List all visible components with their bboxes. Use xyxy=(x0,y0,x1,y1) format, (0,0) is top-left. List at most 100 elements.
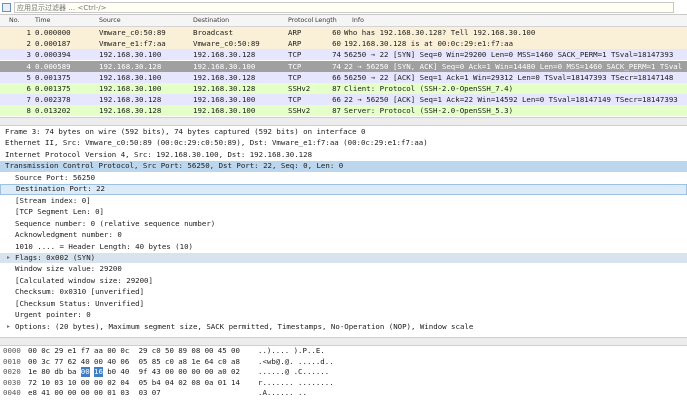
hex-byte[interactable]: 40 xyxy=(107,357,116,367)
hex-byte[interactable]: a0 xyxy=(218,367,227,377)
hex-byte[interactable]: 0c xyxy=(120,346,129,356)
packet-bytes-pane[interactable]: 0000 00 0c 29 e1 f7 aa 00 0c 29 c0 50 89 08 00 45 00..).… xyxy=(0,346,687,414)
hex-byte[interactable]: 50 xyxy=(165,346,174,356)
hex-byte[interactable]: 77 xyxy=(54,357,63,367)
packet-row[interactable]: 4 0.000589 192.168.30.128 192.168.30.100 TCP… xyxy=(0,60,687,72)
hex-byte[interactable]: 3c xyxy=(41,357,50,367)
packet-row[interactable]: 6 0.001375 192.168.30.100 192.168.30.128 SSH… xyxy=(0,83,687,94)
hex-byte[interactable]: 00 xyxy=(165,367,174,377)
hex-byte[interactable]: 03 xyxy=(139,388,148,398)
hex-byte[interactable]: 04 xyxy=(120,378,129,388)
hex-byte[interactable]: 40 xyxy=(120,367,129,377)
hex-byte[interactable]: 00 xyxy=(28,346,37,356)
hex-byte[interactable]: 40 xyxy=(81,357,90,367)
hex-byte[interactable]: 01 xyxy=(218,378,227,388)
hex-byte[interactable]: f7 xyxy=(81,346,90,356)
hex-byte[interactable]: 00 xyxy=(54,388,63,398)
hex-byte[interactable]: 10 xyxy=(41,378,50,388)
hex-byte[interactable]: 64 xyxy=(205,357,214,367)
expand-arrow-icon[interactable]: ▸ xyxy=(7,322,10,332)
packet-row[interactable]: 5 0.001375 192.168.30.100 192.168.30.128 TCP… xyxy=(0,71,687,83)
column-header-no[interactable]: No. xyxy=(9,17,19,24)
detail-tree-item[interactable]: 1010 .... = Header Length: 40 bytes (10) xyxy=(0,242,687,252)
hex-byte[interactable]: 43 xyxy=(152,367,161,377)
detail-tree-item[interactable]: [Calculated window size: 29200] xyxy=(0,276,687,286)
hex-byte[interactable]: c0 xyxy=(152,346,161,356)
hex-byte[interactable]: 08 xyxy=(191,346,200,356)
hex-byte[interactable]: a8 xyxy=(178,357,187,367)
column-header-destination[interactable]: Destination xyxy=(193,17,229,24)
detail-tree-item[interactable]: Window size value: 29200 xyxy=(0,264,687,274)
packet-row[interactable]: 2 0.000187 Vmware_e1:f7:aa Vmware_c0:50:89 A… xyxy=(0,38,687,50)
column-header-source[interactable]: Source xyxy=(99,17,121,24)
hex-byte[interactable]: 05 xyxy=(139,378,148,388)
detail-tree-item[interactable]: [Stream index: 0] xyxy=(0,196,687,206)
hex-byte[interactable]: 04 xyxy=(165,378,174,388)
hex-byte[interactable]: 0c xyxy=(41,346,50,356)
hex-byte[interactable]: 29 xyxy=(139,346,148,356)
hex-byte[interactable]: aa xyxy=(94,346,103,356)
detail-tree-item[interactable]: ▸ Flags: 0x002 (SYN) xyxy=(0,252,687,264)
hex-byte[interactable]: 89 xyxy=(178,346,187,356)
packet-row[interactable]: 1 0.000000 Vmware_c0:50:89 Broadcast ARP 60 Wh… xyxy=(0,27,687,38)
hex-byte[interactable]: 00 xyxy=(205,346,214,356)
expand-arrow-icon[interactable]: ▸ xyxy=(7,253,10,263)
hex-byte[interactable]: ba xyxy=(68,367,77,377)
hex-byte[interactable]: 07 xyxy=(152,388,161,398)
hex-byte[interactable]: 29 xyxy=(54,346,63,356)
detail-tree-item[interactable]: Urgent pointer: 0 xyxy=(0,310,687,320)
hex-dump-row[interactable]: 0020 1e 80 db ba 00 16 b0 40 9f 43 00 00 00 00 a0 02....… xyxy=(0,367,687,378)
hex-byte[interactable]: 00 xyxy=(94,378,103,388)
detail-tree-item[interactable]: Source Port: 56250 xyxy=(0,173,687,183)
packet-row[interactable]: 7 0.002378 192.168.30.128 192.168.30.100 TCP… xyxy=(0,94,687,106)
hex-byte[interactable]: 00 xyxy=(191,367,200,377)
hex-byte[interactable]: 00 xyxy=(81,378,90,388)
hex-byte[interactable]: db xyxy=(54,367,63,377)
hex-dump-row[interactable]: 0030 72 10 03 10 00 00 02 04 05 b4 04 02 08 0a 01 14 r...… xyxy=(0,378,687,388)
pane-splitter[interactable] xyxy=(0,117,687,126)
column-header-info[interactable]: Info xyxy=(352,17,364,24)
bookmark-filter-icon[interactable] xyxy=(2,3,11,12)
hex-byte[interactable]: 08 xyxy=(191,378,200,388)
hex-byte[interactable]: 72 xyxy=(28,378,37,388)
hex-dump-row[interactable]: 0040 e8 41 00 00 00 00 01 03 03 07 .A...... .. xyxy=(0,388,687,398)
hex-byte[interactable]: e8 xyxy=(28,388,37,398)
detail-tree-item[interactable]: Destination Port: 22 xyxy=(0,184,687,195)
hex-byte[interactable]: 00 xyxy=(205,367,214,377)
column-header-length[interactable]: Length xyxy=(315,17,337,24)
display-filter-input[interactable] xyxy=(14,2,674,13)
detail-tree-item[interactable]: Internet Protocol Version 4, Src: 192.16… xyxy=(0,150,687,160)
hex-byte[interactable]: 02 xyxy=(178,378,187,388)
hex-byte[interactable]: b0 xyxy=(107,367,116,377)
hex-byte[interactable]: c0 xyxy=(218,357,227,367)
hex-byte[interactable]: 05 xyxy=(139,357,148,367)
detail-tree-item[interactable]: ▸ Options: (20 bytes), Maximum segment si… xyxy=(0,322,687,332)
detail-tree-item[interactable]: Sequence number: 0 (relative sequence nu… xyxy=(0,219,687,229)
hex-byte[interactable]: 1e xyxy=(191,357,200,367)
hex-byte[interactable]: c0 xyxy=(165,357,174,367)
column-header-time[interactable]: Time xyxy=(35,17,50,24)
hex-byte[interactable]: 00 xyxy=(28,357,37,367)
hex-byte[interactable]: 1e xyxy=(28,367,37,377)
hex-byte[interactable]: 10 xyxy=(68,378,77,388)
hex-byte[interactable]: 80 xyxy=(41,367,50,377)
hex-byte[interactable]: 85 xyxy=(152,357,161,367)
hex-dump-row[interactable]: 0010 00 3c 77 62 40 00 40 06 05 85 c0 a8 1e 64 c0 a8 .<wb… xyxy=(0,357,687,367)
column-header-protocol[interactable]: Protocol xyxy=(288,17,313,24)
hex-byte[interactable]: 00 xyxy=(231,346,240,356)
packet-row[interactable]: 8 0.013202 192.168.30.128 192.168.30.100 SSH… xyxy=(0,105,687,117)
detail-tree-item[interactable]: Acknowledgment number: 0 xyxy=(0,230,687,240)
detail-tree-item[interactable]: Frame 3: 74 bytes on wire (592 bits), 74… xyxy=(0,127,687,137)
hex-byte[interactable]: 0a xyxy=(205,378,214,388)
hex-byte[interactable]: 00 xyxy=(178,367,187,377)
hex-byte[interactable]: 00 xyxy=(80,367,90,378)
detail-tree-item[interactable]: Ethernet II, Src: Vmware_c0:50:89 (00:0c… xyxy=(0,138,687,148)
pane-splitter[interactable] xyxy=(0,337,687,346)
hex-byte[interactable]: 14 xyxy=(231,378,240,388)
detail-tree-item[interactable]: Transmission Control Protocol, Src Port:… xyxy=(0,161,687,172)
hex-dump-row[interactable]: 0000 00 0c 29 e1 f7 aa 00 0c 29 c0 50 89 08 00 45 00..).… xyxy=(0,346,687,356)
packet-details-tree[interactable]: Frame 3: 74 bytes on wire (592 bits), 74… xyxy=(0,127,687,337)
hex-byte[interactable]: e1 xyxy=(68,346,77,356)
packet-list[interactable]: 1 0.000000 Vmware_c0:50:89 Broadcast ARP 60 Wh… xyxy=(0,27,687,117)
hex-byte[interactable]: a8 xyxy=(231,357,240,367)
